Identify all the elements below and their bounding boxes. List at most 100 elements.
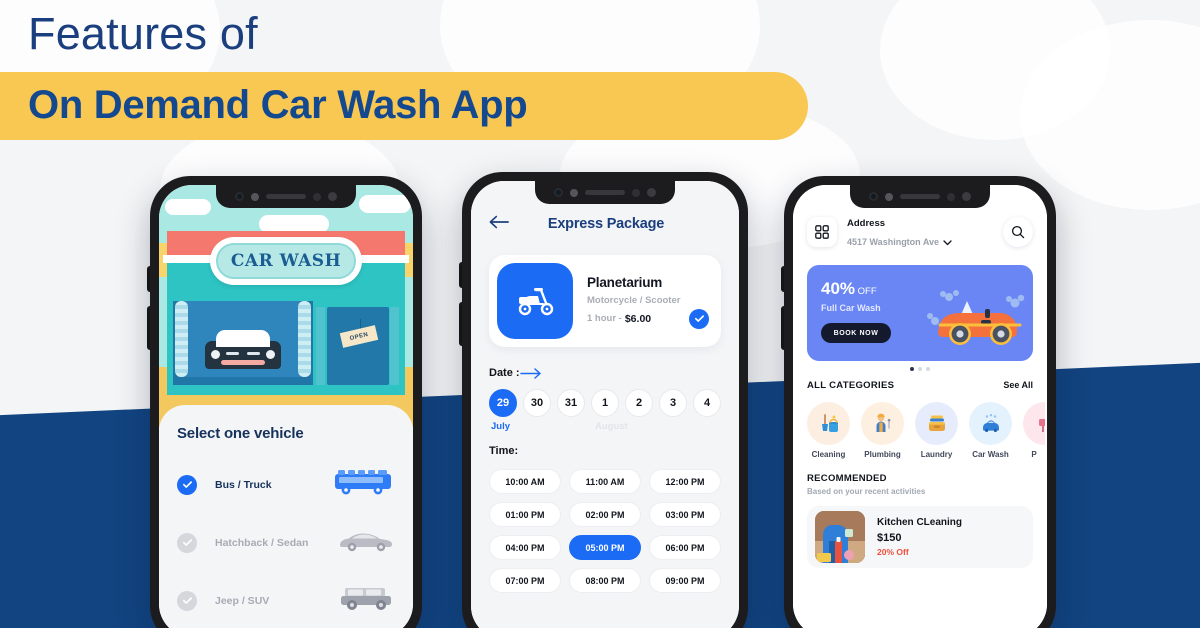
- date-option[interactable]: 1: [591, 389, 619, 417]
- date-option[interactable]: 30: [523, 389, 551, 417]
- package-selected-checkmark-icon[interactable]: [689, 308, 709, 329]
- checkmark-icon[interactable]: [177, 474, 197, 495]
- phone1-screen: OPEN CAR WASH Select one vehicle Bus / T…: [159, 185, 413, 628]
- car-wash-logo: CAR WASH: [210, 237, 362, 285]
- time-slot[interactable]: 09:00 PM: [649, 568, 721, 593]
- cloud-shape: [165, 199, 211, 215]
- date-option[interactable]: 31: [557, 389, 585, 417]
- arrow-right-icon[interactable]: [519, 367, 542, 379]
- laundry-basket-icon: [915, 402, 958, 445]
- speaker-grille-icon: [900, 194, 940, 199]
- sensor-icon: [962, 192, 971, 201]
- package-type: Motorcycle / Scooter: [587, 294, 681, 306]
- category-label: Cleaning: [811, 450, 846, 459]
- chevron-down-icon[interactable]: [943, 233, 952, 251]
- screen-header: Express Package: [489, 211, 721, 237]
- time-slot[interactable]: 11:00 AM: [569, 469, 641, 494]
- time-slot[interactable]: 10:00 AM: [489, 469, 561, 494]
- promo-banner[interactable]: 40% OFF Full Car Wash BOOK NOW: [807, 265, 1033, 361]
- see-all-link[interactable]: See All: [1003, 380, 1033, 390]
- entrance-door: [327, 307, 389, 385]
- time-slot-grid[interactable]: 10:00 AM 11:00 AM 12:00 PM 01:00 PM 02:0…: [489, 469, 721, 593]
- book-now-button[interactable]: BOOK NOW: [821, 323, 891, 343]
- wash-bay: [173, 301, 313, 385]
- vehicle-option-bus-truck[interactable]: Bus / Truck: [177, 468, 395, 501]
- camera-icon: [554, 188, 563, 197]
- package-card[interactable]: Planetarium Motorcycle / Scooter 1 hour …: [489, 255, 721, 347]
- promo-discount-value: 40%: [821, 279, 856, 298]
- date-option[interactable]: 2: [625, 389, 653, 417]
- category-list[interactable]: Cleaning Plumbing Laundry Car Wash P: [807, 402, 1045, 459]
- wash-brush-icon: [298, 301, 311, 377]
- grille: [247, 352, 260, 355]
- scooter-icon: [497, 263, 573, 339]
- sensor-icon: [947, 192, 955, 201]
- address-value-row[interactable]: 4517 Washington Ave: [847, 233, 952, 251]
- carousel-dot[interactable]: [926, 367, 930, 371]
- address-block[interactable]: Address 4517 Washington Ave: [847, 213, 952, 251]
- checkmark-icon[interactable]: [177, 532, 197, 553]
- time-slot[interactable]: 04:00 PM: [489, 535, 561, 560]
- sensor-icon: [328, 192, 337, 201]
- title-line-2: On Demand Car Wash App: [28, 83, 528, 128]
- bumper: [221, 360, 265, 365]
- package-info: Planetarium Motorcycle / Scooter 1 hour …: [587, 274, 709, 329]
- category-label: Laundry: [920, 450, 953, 459]
- time-slot[interactable]: 02:00 PM: [569, 502, 641, 527]
- car-wash-logo-inner: CAR WASH: [216, 243, 356, 279]
- promo-car-illustration: [923, 287, 1027, 354]
- carousel-dot[interactable]: [918, 367, 922, 371]
- vehicle-option-label: Jeep / SUV: [215, 594, 270, 607]
- phone-mockup-express-package: Express Package Planetarium Motorcycle /…: [459, 172, 748, 628]
- month-next-label: August: [595, 421, 628, 432]
- time-slot[interactable]: 07:00 PM: [489, 568, 561, 593]
- date-option[interactable]: 3: [659, 389, 687, 417]
- vehicle-option-jeep-suv[interactable]: Jeep / SUV: [177, 584, 395, 617]
- category-item-painting[interactable]: P: [1023, 402, 1045, 459]
- time-slot[interactable]: 08:00 PM: [569, 568, 641, 593]
- category-item-cleaning[interactable]: Cleaning: [807, 402, 850, 459]
- headlight-icon: [211, 350, 220, 359]
- address-value: 4517 Washington Ave: [847, 237, 940, 247]
- categories-section-header: ALL CATEGORIES See All: [807, 380, 1033, 391]
- home-screen: Address 4517 Washington Ave 40% OFF Full…: [793, 185, 1047, 628]
- recommended-card[interactable]: Kitchen CLeaning $150 20% Off: [807, 506, 1033, 568]
- checkmark-icon[interactable]: [177, 590, 197, 611]
- grid-menu-icon[interactable]: [807, 217, 837, 247]
- date-option[interactable]: 29: [489, 389, 517, 417]
- vehicle-option-hatchback-sedan[interactable]: Hatchback / Sedan: [177, 527, 395, 558]
- carousel-dot[interactable]: [910, 367, 914, 371]
- time-slot[interactable]: 01:00 PM: [489, 502, 561, 527]
- banner-carousel-dots[interactable]: [807, 367, 1033, 371]
- kitchen-cleaning-photo: [815, 511, 865, 563]
- month-current-label: July: [491, 421, 511, 432]
- phone-mockup-home: Address 4517 Washington Ave 40% OFF Full…: [781, 176, 1056, 628]
- time-label: Time:: [489, 445, 519, 457]
- package-duration: 1 hour -: [587, 313, 622, 324]
- time-slot[interactable]: 12:00 PM: [649, 469, 721, 494]
- category-item-car-wash[interactable]: Car Wash: [969, 402, 1012, 459]
- car-wash-icon: [969, 402, 1012, 445]
- car-wash-illustration: OPEN CAR WASH: [159, 185, 413, 427]
- date-section-header: Date :: [489, 367, 721, 379]
- header: Features of On Demand Car Wash App: [0, 0, 860, 140]
- date-label: Date :: [489, 367, 520, 379]
- time-slot[interactable]: 06:00 PM: [649, 535, 721, 560]
- time-slot[interactable]: 05:00 PM: [569, 535, 641, 560]
- date-picker[interactable]: 29 30 31 1 2 3 4: [489, 389, 721, 417]
- sensor-icon: [647, 188, 656, 197]
- category-item-laundry[interactable]: Laundry: [915, 402, 958, 459]
- search-icon[interactable]: [1003, 217, 1033, 247]
- headlight-icon: [266, 350, 275, 359]
- category-item-plumbing[interactable]: Plumbing: [861, 402, 904, 459]
- sensor-icon: [632, 188, 640, 197]
- phone-mockup-vehicle-select: OPEN CAR WASH Select one vehicle Bus / T…: [147, 176, 422, 628]
- time-slot[interactable]: 03:00 PM: [649, 502, 721, 527]
- sensor-icon: [313, 192, 321, 201]
- recommended-discount: 20% Off: [877, 547, 909, 557]
- sedan-icon: [337, 527, 395, 558]
- window-panel: [390, 307, 399, 385]
- sensor-icon: [570, 188, 578, 197]
- date-option[interactable]: 4: [693, 389, 721, 417]
- package-price-row: 1 hour - $6.00: [587, 308, 709, 329]
